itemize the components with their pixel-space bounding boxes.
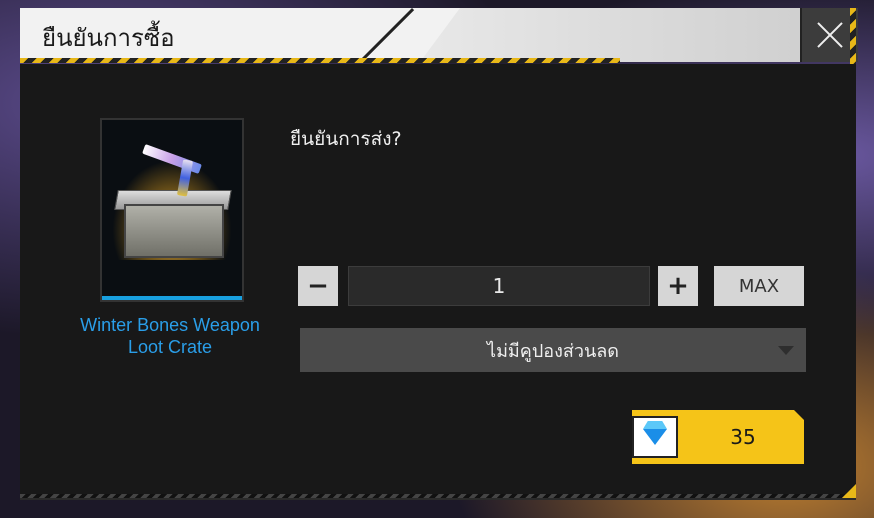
dropdown-arrow[interactable] <box>766 328 806 372</box>
crate-box <box>124 204 224 258</box>
close-icon[interactable] <box>816 21 844 49</box>
max-quantity-button[interactable]: MAX <box>714 266 804 306</box>
corner-accent <box>842 484 856 498</box>
rarity-bar <box>102 296 242 300</box>
item-name: Winter Bones Weapon Loot Crate <box>80 315 260 357</box>
diamond-icon <box>643 429 667 445</box>
diamond-icon-box <box>632 416 678 458</box>
increase-quantity-button[interactable]: + <box>658 266 698 306</box>
hazard-stripe <box>20 58 620 63</box>
hazard-stripe-right <box>850 8 856 68</box>
chevron-down-icon <box>778 345 794 355</box>
price-label: 35 <box>730 425 756 449</box>
bottom-stripe <box>20 494 856 498</box>
dialog-body: Winter Bones Weapon Loot Crate ยืนยันการ… <box>20 64 856 500</box>
coupon-dropdown[interactable]: ไม่มีคูปองส่วนลด <box>300 328 806 372</box>
confirm-question: ยืนยันการส่ง? <box>290 128 402 150</box>
dialog-title: ยืนยันการซื้อ <box>42 24 175 52</box>
decrease-quantity-button[interactable]: − <box>298 266 338 306</box>
item-image <box>100 118 244 302</box>
buy-button[interactable]: 35 <box>632 410 804 464</box>
dialog-titlebar: ยืนยันการซื้อ <box>20 8 800 62</box>
purchase-confirm-dialog: ยืนยันการซื้อ Winter Bones Weapon Loot C… <box>20 8 858 500</box>
titlebar-decoration <box>420 8 800 62</box>
coupon-selected-label: ไม่มีคูปองส่วนลด <box>487 340 619 362</box>
quantity-field[interactable]: 1 <box>348 266 650 306</box>
